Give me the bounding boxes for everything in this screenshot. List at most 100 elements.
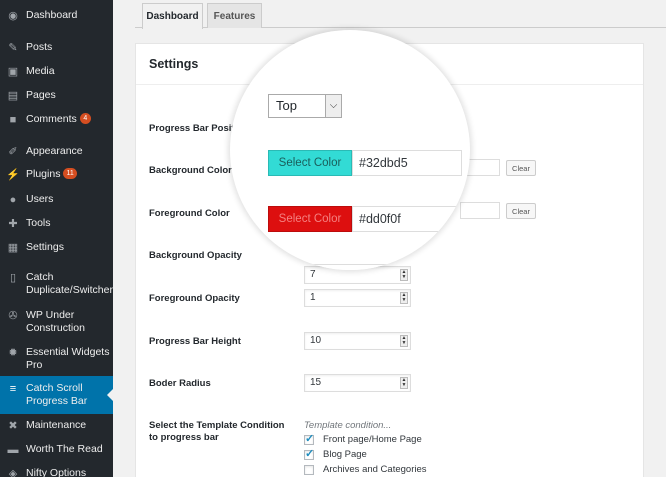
bg-opacity-value: 7 bbox=[310, 269, 316, 280]
option-label: Blog Page bbox=[323, 449, 367, 460]
sidebar-item[interactable]: ✚ Tools bbox=[0, 217, 113, 231]
sidebar-item[interactable]: ◈ Nifty Options bbox=[0, 467, 113, 477]
sidebar-item-label: Comments bbox=[26, 113, 77, 125]
template-option-archives[interactable]: Archives and Categories bbox=[304, 464, 427, 475]
sidebar-item[interactable]: ✇ WP Under Construction bbox=[0, 309, 113, 335]
duplicate-icon: ▯ bbox=[9, 271, 17, 284]
fg-color-label: Foreground Color bbox=[149, 208, 230, 219]
sidebar-item[interactable]: ▤ Pages bbox=[0, 89, 113, 103]
sidebar-item-label: Pages bbox=[26, 89, 56, 101]
pushpin-icon: ✎ bbox=[8, 41, 18, 54]
progress-bar-icon: ≡ bbox=[9, 382, 17, 395]
dashboard-icon: ◉ bbox=[8, 9, 18, 22]
sidebar-item-label: Catch Duplicate/Switcher bbox=[26, 271, 113, 296]
sidebar-item-label: Worth The Read bbox=[26, 443, 103, 455]
fg-opacity-value: 1 bbox=[310, 292, 316, 303]
height-input[interactable]: 10 ▲ ▼ bbox=[304, 332, 411, 350]
magnifier-lens: Top ⌵ Select Color #32dbd5 Select Color … bbox=[230, 30, 470, 270]
gear-icon: ✹ bbox=[8, 346, 18, 359]
sidebar-item[interactable]: ✖ Maintenance bbox=[0, 419, 113, 433]
checkmark-icon: ✓ bbox=[305, 447, 315, 460]
height-value: 10 bbox=[310, 335, 322, 346]
sidebar-item[interactable]: ✐ Appearance bbox=[0, 145, 113, 159]
position-select[interactable]: Top ⌵ bbox=[268, 94, 342, 118]
sidebar-item[interactable]: ≡ Catch Scroll Progress Bar bbox=[0, 376, 113, 414]
tab-dashboard[interactable]: Dashboard bbox=[142, 3, 203, 29]
worth-the-read-icon: ▬ bbox=[7, 443, 19, 456]
sidebar-item[interactable]: ▦ Settings bbox=[0, 241, 113, 255]
sidebar-item-label: Media bbox=[26, 65, 55, 77]
comments-icon: ■ bbox=[9, 113, 17, 126]
sidebar-item[interactable]: ◉ Dashboard bbox=[0, 9, 113, 23]
pages-icon: ▤ bbox=[7, 89, 19, 102]
bg-color-clear-button[interactable]: Clear bbox=[506, 160, 536, 176]
bg-opacity-label: Background Opacity bbox=[149, 250, 242, 261]
checkmark-icon: ✓ bbox=[305, 432, 315, 445]
fg-color-clear-button[interactable]: Clear bbox=[506, 203, 536, 219]
tab-bar: Dashboard Features bbox=[135, 0, 666, 29]
checkbox[interactable] bbox=[304, 464, 314, 475]
fg-select-color-button[interactable]: Select Color bbox=[268, 206, 352, 232]
sidebar-item[interactable]: ✎ Posts bbox=[0, 41, 113, 55]
option-label: Front page/Home Page bbox=[323, 434, 422, 445]
height-label: Progress Bar Height bbox=[149, 336, 241, 347]
admin-sidebar: ◉ Dashboard ✎ Posts ▣ Media ▤ Pages ■ Comments 4 ✐ A… bbox=[0, 0, 113, 477]
paintbrush-icon: ✐ bbox=[8, 145, 18, 158]
fg-opacity-spinner[interactable]: ▲ ▼ bbox=[400, 292, 408, 304]
nifty-options-icon: ◈ bbox=[8, 467, 18, 477]
sidebar-item-label: Posts bbox=[26, 41, 53, 53]
bg-select-color-button[interactable]: Select Color bbox=[268, 150, 352, 176]
sidebar-item-label: WP Under Construction bbox=[26, 309, 85, 334]
sidebar-item-label: Plugins bbox=[26, 168, 61, 180]
sidebar-item-label: Maintenance bbox=[26, 419, 87, 431]
sidebar-item-label: Catch Scroll Progress Bar bbox=[26, 382, 88, 407]
sidebar-item-label: Dashboard bbox=[26, 9, 78, 21]
radius-label: Boder Radius bbox=[149, 378, 211, 389]
checkbox[interactable]: ✓ bbox=[304, 432, 315, 445]
active-indicator bbox=[107, 389, 113, 401]
bg-color-hex-input[interactable]: #32dbd5 bbox=[352, 150, 462, 176]
template-option-front-page[interactable]: ✓ Front page/Home Page bbox=[304, 432, 422, 445]
template-option-blog-page[interactable]: ✓ Blog Page bbox=[304, 447, 367, 460]
height-spinner[interactable]: ▲ ▼ bbox=[400, 335, 408, 347]
tools-icon: ✚ bbox=[8, 217, 18, 230]
bg-opacity-input-zoomed[interactable]: 7 bbox=[268, 264, 408, 270]
count-badge: 4 bbox=[79, 113, 91, 124]
bg-opacity-spinner[interactable]: ▲ ▼ bbox=[400, 269, 408, 281]
sidebar-item[interactable]: ✹ Essential Widgets Pro bbox=[0, 346, 113, 372]
fg-opacity-input[interactable]: 1 ▲ ▼ bbox=[304, 289, 411, 307]
media-icon: ▣ bbox=[7, 65, 19, 78]
sidebar-item-label: Tools bbox=[26, 217, 51, 229]
users-icon: ● bbox=[9, 193, 17, 206]
maintenance-icon: ✖ bbox=[8, 419, 18, 432]
template-label: Select the Template Condition to progres… bbox=[149, 420, 285, 443]
radius-spinner[interactable]: ▲ ▼ bbox=[400, 377, 408, 389]
bg-color-label: Background Color bbox=[149, 165, 232, 176]
sidebar-item[interactable]: ■ Comments 4 bbox=[0, 113, 113, 127]
radius-value: 15 bbox=[310, 377, 322, 388]
sidebar-item-label: Nifty Options bbox=[26, 467, 87, 477]
sidebar-item-label: Users bbox=[26, 193, 54, 205]
wrench-icon: ✇ bbox=[8, 309, 18, 322]
chevron-down-icon[interactable]: ⌵ bbox=[325, 95, 341, 117]
sidebar-item-label: Appearance bbox=[26, 145, 83, 157]
sidebar-item-label: Essential Widgets Pro bbox=[26, 346, 110, 371]
sidebar-item[interactable]: ⚡ Plugins 11 bbox=[0, 168, 113, 182]
option-label: Archives and Categories bbox=[323, 464, 427, 475]
sidebar-item[interactable]: ▬ Worth The Read bbox=[0, 443, 113, 457]
sidebar-item[interactable]: ▯ Catch Duplicate/Switcher bbox=[0, 271, 113, 297]
count-badge: 11 bbox=[63, 168, 77, 179]
sidebar-item[interactable]: ● Users bbox=[0, 193, 113, 207]
checkbox[interactable]: ✓ bbox=[304, 447, 315, 460]
position-select-value: Top bbox=[276, 98, 297, 113]
tab-features[interactable]: Features bbox=[207, 3, 262, 28]
fg-color-hex-input[interactable]: #dd0f0f bbox=[352, 206, 462, 232]
sidebar-item[interactable]: ▣ Media bbox=[0, 65, 113, 79]
template-placeholder[interactable]: Template condition... bbox=[304, 420, 391, 431]
panel-title: Settings bbox=[149, 57, 199, 71]
settings-icon: ▦ bbox=[7, 241, 19, 254]
plugins-icon: ⚡ bbox=[6, 168, 20, 181]
radius-input[interactable]: 15 ▲ ▼ bbox=[304, 374, 411, 392]
sidebar-item-label: Settings bbox=[26, 241, 64, 253]
fg-opacity-label: Foreground Opacity bbox=[149, 293, 240, 304]
